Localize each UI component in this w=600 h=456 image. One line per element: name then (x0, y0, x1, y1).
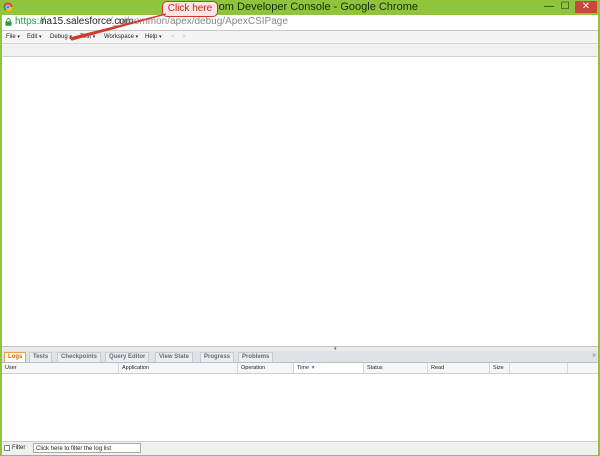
title-bar: Force.com Developer Console - Google Chr… (0, 0, 600, 15)
column-read-label: Read (431, 365, 445, 371)
menu-edit[interactable]: Edit ▾ (27, 34, 42, 40)
column-size-label: Size (493, 365, 504, 371)
filter-bar: Filter Click here to filter the log list (2, 441, 598, 455)
tab-problems[interactable]: Problems (238, 352, 274, 362)
filter-checkbox[interactable] (4, 445, 10, 451)
caret-down-icon: ▾ (39, 34, 42, 40)
menu-file-label: File (6, 34, 16, 40)
close-button[interactable]: ✕ (575, 1, 597, 13)
back-arrow-icon[interactable]: < (171, 34, 175, 40)
column-time[interactable]: Time ▼ (294, 363, 364, 373)
tab-checkpoints[interactable]: Checkpoints (57, 352, 102, 362)
click-here-callout: Click here (162, 1, 218, 17)
column-user-label: User (5, 365, 17, 371)
column-size[interactable]: Size (490, 363, 510, 373)
caret-down-icon: ▾ (69, 34, 72, 40)
column-time-label: Time (297, 365, 310, 371)
menu-test-label: Test (80, 34, 92, 40)
caret-down-icon: ▾ (135, 34, 139, 40)
menu-debug[interactable]: Debug ▾ (50, 34, 72, 40)
tab-query-editor[interactable]: Query Editor (105, 352, 150, 362)
menu-edit-label: Edit (27, 34, 38, 40)
minimize-button[interactable]: — (542, 1, 556, 13)
column-blank (510, 363, 568, 373)
column-operation[interactable]: Operation (238, 363, 294, 373)
menu-bar: File ▾ Edit ▾ Debug ▾ Test ▾ Workspace ▾… (2, 31, 598, 44)
menu-workspace[interactable]: Workspace ▾ (104, 34, 138, 40)
filter-input[interactable]: Click here to filter the log list (33, 443, 141, 453)
menu-file[interactable]: File ▾ (6, 34, 20, 40)
logs-grid-header: User Application Operation Time ▼ Status… (2, 363, 598, 374)
caret-down-icon: ▾ (159, 34, 162, 40)
url-path: /_ui/common/apex/debug/ApexCSIPage (110, 16, 288, 27)
forward-arrow-icon[interactable]: > (182, 34, 186, 40)
logs-grid-body[interactable] (2, 374, 598, 440)
filter-label: Filter (12, 445, 26, 451)
tab-progress[interactable]: Progress (200, 352, 235, 362)
browser-window: Force.com Developer Console - Google Chr… (0, 0, 600, 456)
tab-view-state[interactable]: View State (155, 352, 193, 362)
menu-test[interactable]: Test ▾ (80, 34, 95, 40)
column-read[interactable]: Read (428, 363, 490, 373)
menu-help-label: Help (145, 34, 158, 40)
window-title: Force.com Developer Console - Google Chr… (182, 1, 418, 13)
caret-down-icon: ▾ (17, 34, 20, 40)
caret-down-icon: ▾ (92, 34, 96, 40)
menu-workspace-label: Workspace (104, 34, 134, 40)
column-status[interactable]: Status (364, 363, 428, 373)
tab-tests[interactable]: Tests (29, 352, 53, 362)
column-operation-label: Operation (241, 365, 266, 371)
column-status-label: Status (367, 365, 383, 371)
lock-icon (5, 18, 12, 26)
editor-tab-strip (2, 44, 598, 57)
column-user[interactable]: User (2, 363, 119, 373)
maximize-button[interactable]: ☐ (558, 1, 572, 13)
column-application[interactable]: Application (119, 363, 238, 373)
tab-logs[interactable]: Logs (4, 352, 27, 362)
sort-descending-icon: ▼ (310, 365, 316, 371)
bottom-panel-tabs: Logs Tests Checkpoints Query Editor View… (2, 351, 598, 363)
menu-help[interactable]: Help ▾ (145, 34, 162, 40)
developer-console: File ▾ Edit ▾ Debug ▾ Test ▾ Workspace ▾… (2, 31, 598, 455)
editor-area[interactable] (2, 57, 598, 346)
collapse-panel-icon[interactable]: » (592, 352, 596, 359)
column-application-label: Application (122, 365, 149, 371)
address-bar[interactable]: https:// na15.salesforce.com /_ui/common… (2, 15, 598, 31)
menu-debug-label: Debug (50, 34, 68, 40)
